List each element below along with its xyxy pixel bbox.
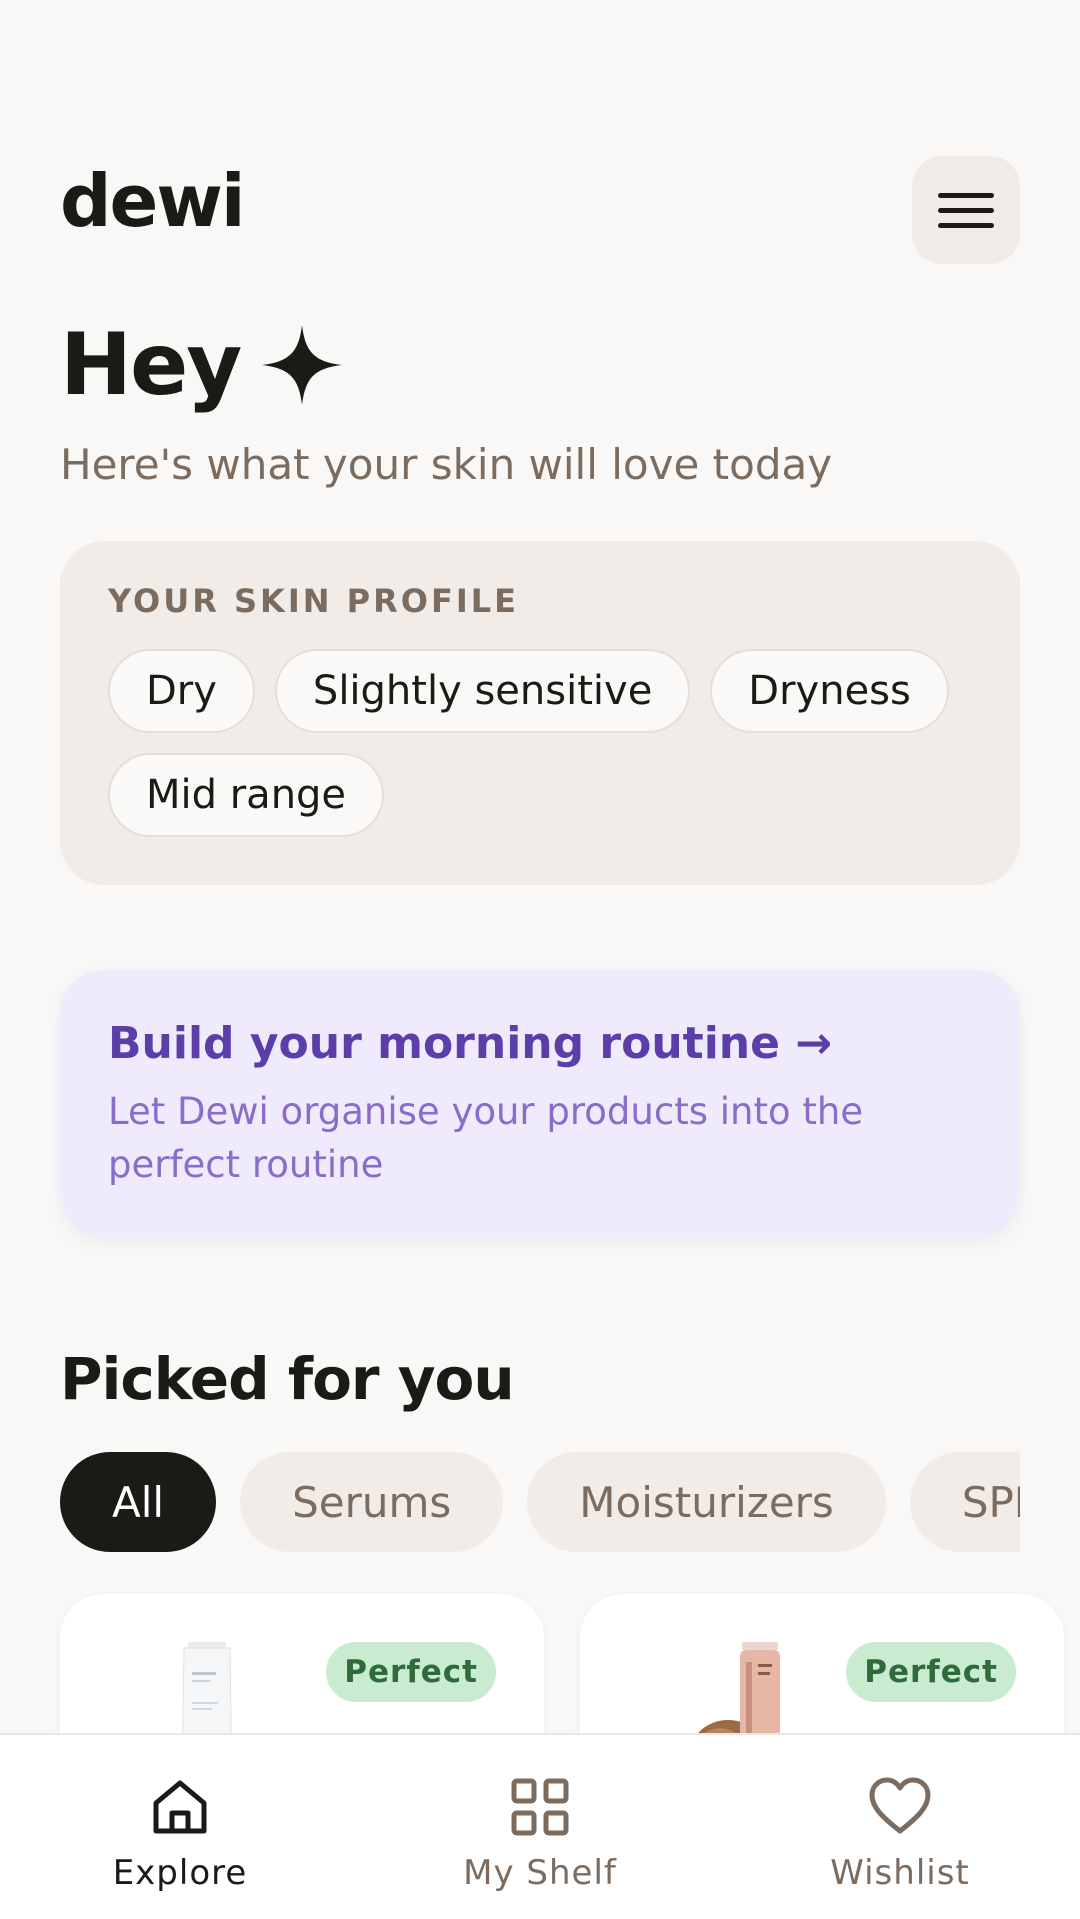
filter-tab-all[interactable]: All: [60, 1452, 217, 1552]
greeting-text: Hey: [60, 315, 242, 415]
explore-screen: dewi Hey Here's what your skin will love…: [0, 0, 1080, 1919]
filter-tab-moisturizers[interactable]: Moisturizers: [527, 1452, 886, 1552]
skin-tag: Dry: [108, 649, 255, 733]
filter-tab-spf[interactable]: SPF: [909, 1452, 1020, 1552]
routine-banner-description: Let Dewi organise your products into the…: [108, 1089, 864, 1187]
category-filter-tabs: All Serums Moisturizers SPF: [60, 1452, 1020, 1552]
app-logo: dewi: [60, 159, 246, 243]
skin-tag: Dryness: [710, 649, 949, 733]
skin-tag: Mid range: [108, 753, 385, 837]
menu-icon: [938, 192, 994, 198]
match-badge: Perfect: [326, 1642, 496, 1702]
nav-label: My Shelf: [463, 1853, 617, 1893]
skin-profile-card: YOUR SKIN PROFILE Dry Slightly sensitive…: [60, 541, 1020, 885]
routine-banner-title[interactable]: Build your morning routine →: [108, 1018, 972, 1071]
skin-profile-label: YOUR SKIN PROFILE: [108, 582, 519, 620]
nav-wishlist[interactable]: Wishlist: [720, 1735, 1080, 1919]
greeting-heading: Hey: [60, 315, 343, 415]
match-badge: Perfect: [846, 1642, 1016, 1702]
nav-label: Explore: [112, 1853, 248, 1893]
nav-my-shelf[interactable]: My Shelf: [360, 1735, 720, 1919]
grid-icon: [511, 1778, 569, 1836]
nav-label: Wishlist: [830, 1853, 970, 1893]
heart-icon: [869, 1777, 931, 1834]
home-icon: [153, 1780, 207, 1834]
menu-button[interactable]: [912, 156, 1020, 264]
greeting-subtitle: Here's what your skin will love today: [60, 440, 833, 489]
picked-for-you-title: Picked for you: [60, 1345, 515, 1413]
nav-explore[interactable]: Explore: [0, 1735, 360, 1919]
skin-profile-tags: Dry Slightly sensitive Dryness Mid range: [108, 649, 972, 837]
sparkle-icon: [262, 325, 343, 405]
bottom-navigation: Explore My Shelf Wishlist: [0, 1733, 1080, 1919]
build-routine-banner[interactable]: Build your morning routine → Let Dewi or…: [60, 970, 1020, 1236]
skin-tag: Slightly sensitive: [274, 649, 691, 733]
filter-tab-serums[interactable]: Serums: [240, 1452, 504, 1552]
